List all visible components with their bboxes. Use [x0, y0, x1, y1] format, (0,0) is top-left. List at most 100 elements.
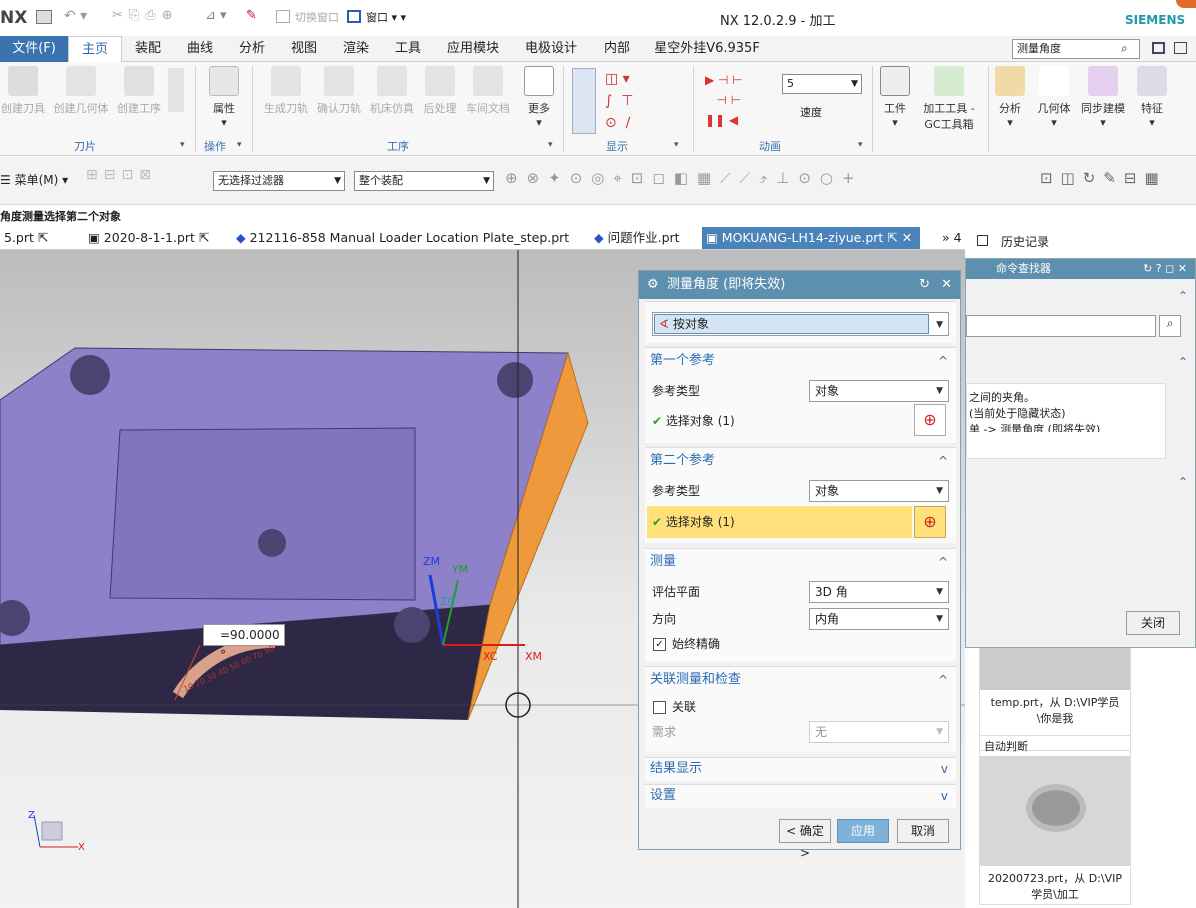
- shop-doc-button[interactable]: 车间文档: [462, 66, 514, 116]
- history-checkbox[interactable]: [977, 235, 988, 246]
- analysis-button[interactable]: 分析 ▾: [992, 66, 1028, 129]
- cancel-button[interactable]: 取消: [897, 819, 949, 843]
- collapse-icon[interactable]: ⌃: [1178, 355, 1188, 369]
- plane-select[interactable]: 3D 角 ▼: [809, 581, 949, 603]
- ok-button[interactable]: < 确定 >: [779, 819, 831, 860]
- tab-assembly[interactable]: 装配: [124, 36, 172, 62]
- collapse-icon[interactable]: ^: [938, 348, 948, 374]
- speed-select[interactable]: 5 ▼: [782, 74, 862, 94]
- undo-icon[interactable]: ↶ ▾: [64, 8, 87, 24]
- restore-icon[interactable]: [1174, 42, 1187, 54]
- always-precise-checkbox[interactable]: ✓: [653, 638, 666, 651]
- file-tab-active[interactable]: ▣ MOKUANG-LH14-ziyue.prt ⇱ ✕: [702, 227, 920, 249]
- group-expand-icon[interactable]: ▾: [237, 140, 242, 150]
- menu-button[interactable]: ☰ 菜单(M) ▾: [0, 171, 68, 188]
- search-icon[interactable]: ⌕: [1159, 315, 1181, 337]
- animation-controls[interactable]: ▶ ⊣ ⊢ ⊣ ⊢ ❚❚ ◀: [705, 70, 775, 130]
- type-select[interactable]: ∢ 按对象 ▼: [652, 312, 949, 336]
- file-tab[interactable]: ▣ 2020-8-1-1.prt ⇱: [84, 227, 214, 249]
- assembly-select[interactable]: 整个装配 ▼: [354, 171, 494, 191]
- touch-icon[interactable]: ✎: [246, 8, 257, 23]
- tab-tools[interactable]: 工具: [384, 36, 432, 62]
- tab-plugin[interactable]: 星空外挂V6.935F: [648, 36, 766, 62]
- expand-icon[interactable]: v: [941, 785, 948, 807]
- attributes-button[interactable]: 属性 ▾: [202, 66, 246, 129]
- tab-analysis[interactable]: 分析: [228, 36, 276, 62]
- apply-button[interactable]: 应用: [837, 819, 889, 843]
- tab-curve[interactable]: 曲线: [176, 36, 224, 62]
- expand-icon[interactable]: v: [941, 758, 948, 780]
- close-button[interactable]: 关闭: [1126, 611, 1180, 635]
- close-icon[interactable]: ✕: [941, 271, 952, 299]
- tab-internal[interactable]: 内部: [594, 36, 640, 62]
- create-geometry-button[interactable]: 创建几何体: [52, 66, 110, 116]
- tab-view[interactable]: 视图: [280, 36, 328, 62]
- generate-toolpath-button[interactable]: 生成刀轨: [260, 66, 312, 116]
- postprocess-button[interactable]: 后处理: [419, 66, 461, 116]
- collapse-icon[interactable]: ^: [938, 549, 948, 575]
- first-reference-header[interactable]: 第一个参考 ^: [645, 348, 956, 374]
- group-expand-icon[interactable]: ▾: [858, 140, 863, 150]
- quick-access-icons[interactable]: ✂⎘⎙⊕: [112, 8, 179, 23]
- more-tabs[interactable]: » 4: [938, 227, 968, 249]
- second-reference-header[interactable]: 第二个参考 ^: [645, 448, 956, 474]
- window-icon[interactable]: [347, 10, 361, 23]
- settings-header[interactable]: 设置 v: [645, 785, 956, 807]
- create-tool-button[interactable]: 创建刀具: [0, 66, 46, 116]
- measure-header[interactable]: 测量 ^: [645, 549, 956, 575]
- collapse-icon[interactable]: ^: [938, 448, 948, 474]
- select-object-row[interactable]: ✔ 选择对象 (1): [652, 410, 735, 432]
- close-icon[interactable]: ↻ ? ◻ ✕: [1143, 259, 1187, 279]
- window-control-icon[interactable]: [1176, 0, 1196, 8]
- crosshair-icon[interactable]: ⊕: [914, 506, 946, 538]
- window-menu[interactable]: 窗口 ▾ ▾: [366, 9, 406, 25]
- collapse-icon[interactable]: ⌃: [1178, 475, 1188, 489]
- verify-toolpath-button[interactable]: 确认刀轨: [313, 66, 365, 116]
- machine-sim-button[interactable]: 机床仿真: [366, 66, 418, 116]
- ref-type-select[interactable]: 对象 ▼: [809, 480, 949, 502]
- tab-home[interactable]: 主页: [68, 36, 122, 62]
- switch-window-label[interactable]: 切换窗口: [295, 9, 339, 25]
- group-expand-icon[interactable]: ▾: [674, 140, 679, 150]
- snap-icon[interactable]: ⊿ ▾: [205, 8, 227, 23]
- selection-icons[interactable]: ⊞⊟⊡⊠: [86, 167, 196, 193]
- group-expand-icon[interactable]: ▾: [180, 140, 185, 150]
- direction-select[interactable]: 内角 ▼: [809, 608, 949, 630]
- history-item[interactable]: 自动判断 20200723.prt，从 D:\VIP学员\加工: [979, 735, 1131, 905]
- feature-button[interactable]: 特征 ▾: [1132, 66, 1172, 129]
- switch-window-icon[interactable]: [276, 10, 290, 23]
- collapse-icon[interactable]: ⌃: [1178, 289, 1188, 303]
- crosshair-icon[interactable]: ⊕: [914, 404, 946, 436]
- file-tab[interactable]: ◆ 212116-858 Manual Loader Location Plat…: [232, 227, 574, 267]
- ref-type-select[interactable]: 对象 ▼: [809, 380, 949, 402]
- file-menu[interactable]: 文件(F): [0, 36, 68, 62]
- save-icon[interactable]: [36, 10, 52, 24]
- view-icons[interactable]: ⊡◫↻✎⊟▦: [1040, 169, 1190, 193]
- gc-toolbox-button[interactable]: 加工工具 - GC工具箱: [918, 66, 980, 132]
- create-operation-button[interactable]: 创建工序: [115, 66, 163, 116]
- reset-icon[interactable]: ↻: [919, 271, 930, 299]
- group-expand-icon[interactable]: ▾: [548, 140, 553, 150]
- snap-icons[interactable]: ⊕⊗✦⊙◎⌖⊡◻◧▦⟋⟋⤴⊥⊙○+: [505, 169, 995, 191]
- collapse-icon[interactable]: ^: [938, 667, 948, 693]
- tool-small-icons[interactable]: [168, 68, 184, 112]
- geometry-button[interactable]: 几何体 ▾: [1034, 66, 1074, 129]
- tab-electrode[interactable]: 电极设计: [514, 36, 588, 62]
- command-finder-input[interactable]: [966, 315, 1156, 337]
- display-small-icons[interactable]: ◫ ▾ ∫ ⊤ ⊙ ∕: [605, 68, 665, 134]
- file-tab[interactable]: 5.prt ⇱: [0, 227, 76, 249]
- tab-render[interactable]: 渲染: [332, 36, 380, 62]
- more-button[interactable]: 更多 ▾: [520, 66, 558, 129]
- workpiece-button[interactable]: 工件 ▾: [876, 66, 914, 129]
- sync-modeling-button[interactable]: 同步建模 ▾: [1078, 66, 1128, 129]
- filter-select[interactable]: 无选择过滤器 ▼: [213, 171, 345, 191]
- display-toggle-icon[interactable]: [572, 68, 596, 134]
- tab-app-modules[interactable]: 应用模块: [436, 36, 510, 62]
- associative-header[interactable]: 关联测量和检查 ^: [645, 667, 956, 693]
- associative-checkbox[interactable]: [653, 701, 666, 714]
- result-display-header[interactable]: 结果显示 v: [645, 758, 956, 780]
- file-tab[interactable]: ◆ 问题作业.prt: [590, 227, 694, 249]
- search-icon[interactable]: ⌕: [1121, 41, 1128, 56]
- ribbon-option-icon[interactable]: [1152, 42, 1165, 54]
- select-object-row-active[interactable]: ✔ 选择对象 (1): [652, 511, 735, 533]
